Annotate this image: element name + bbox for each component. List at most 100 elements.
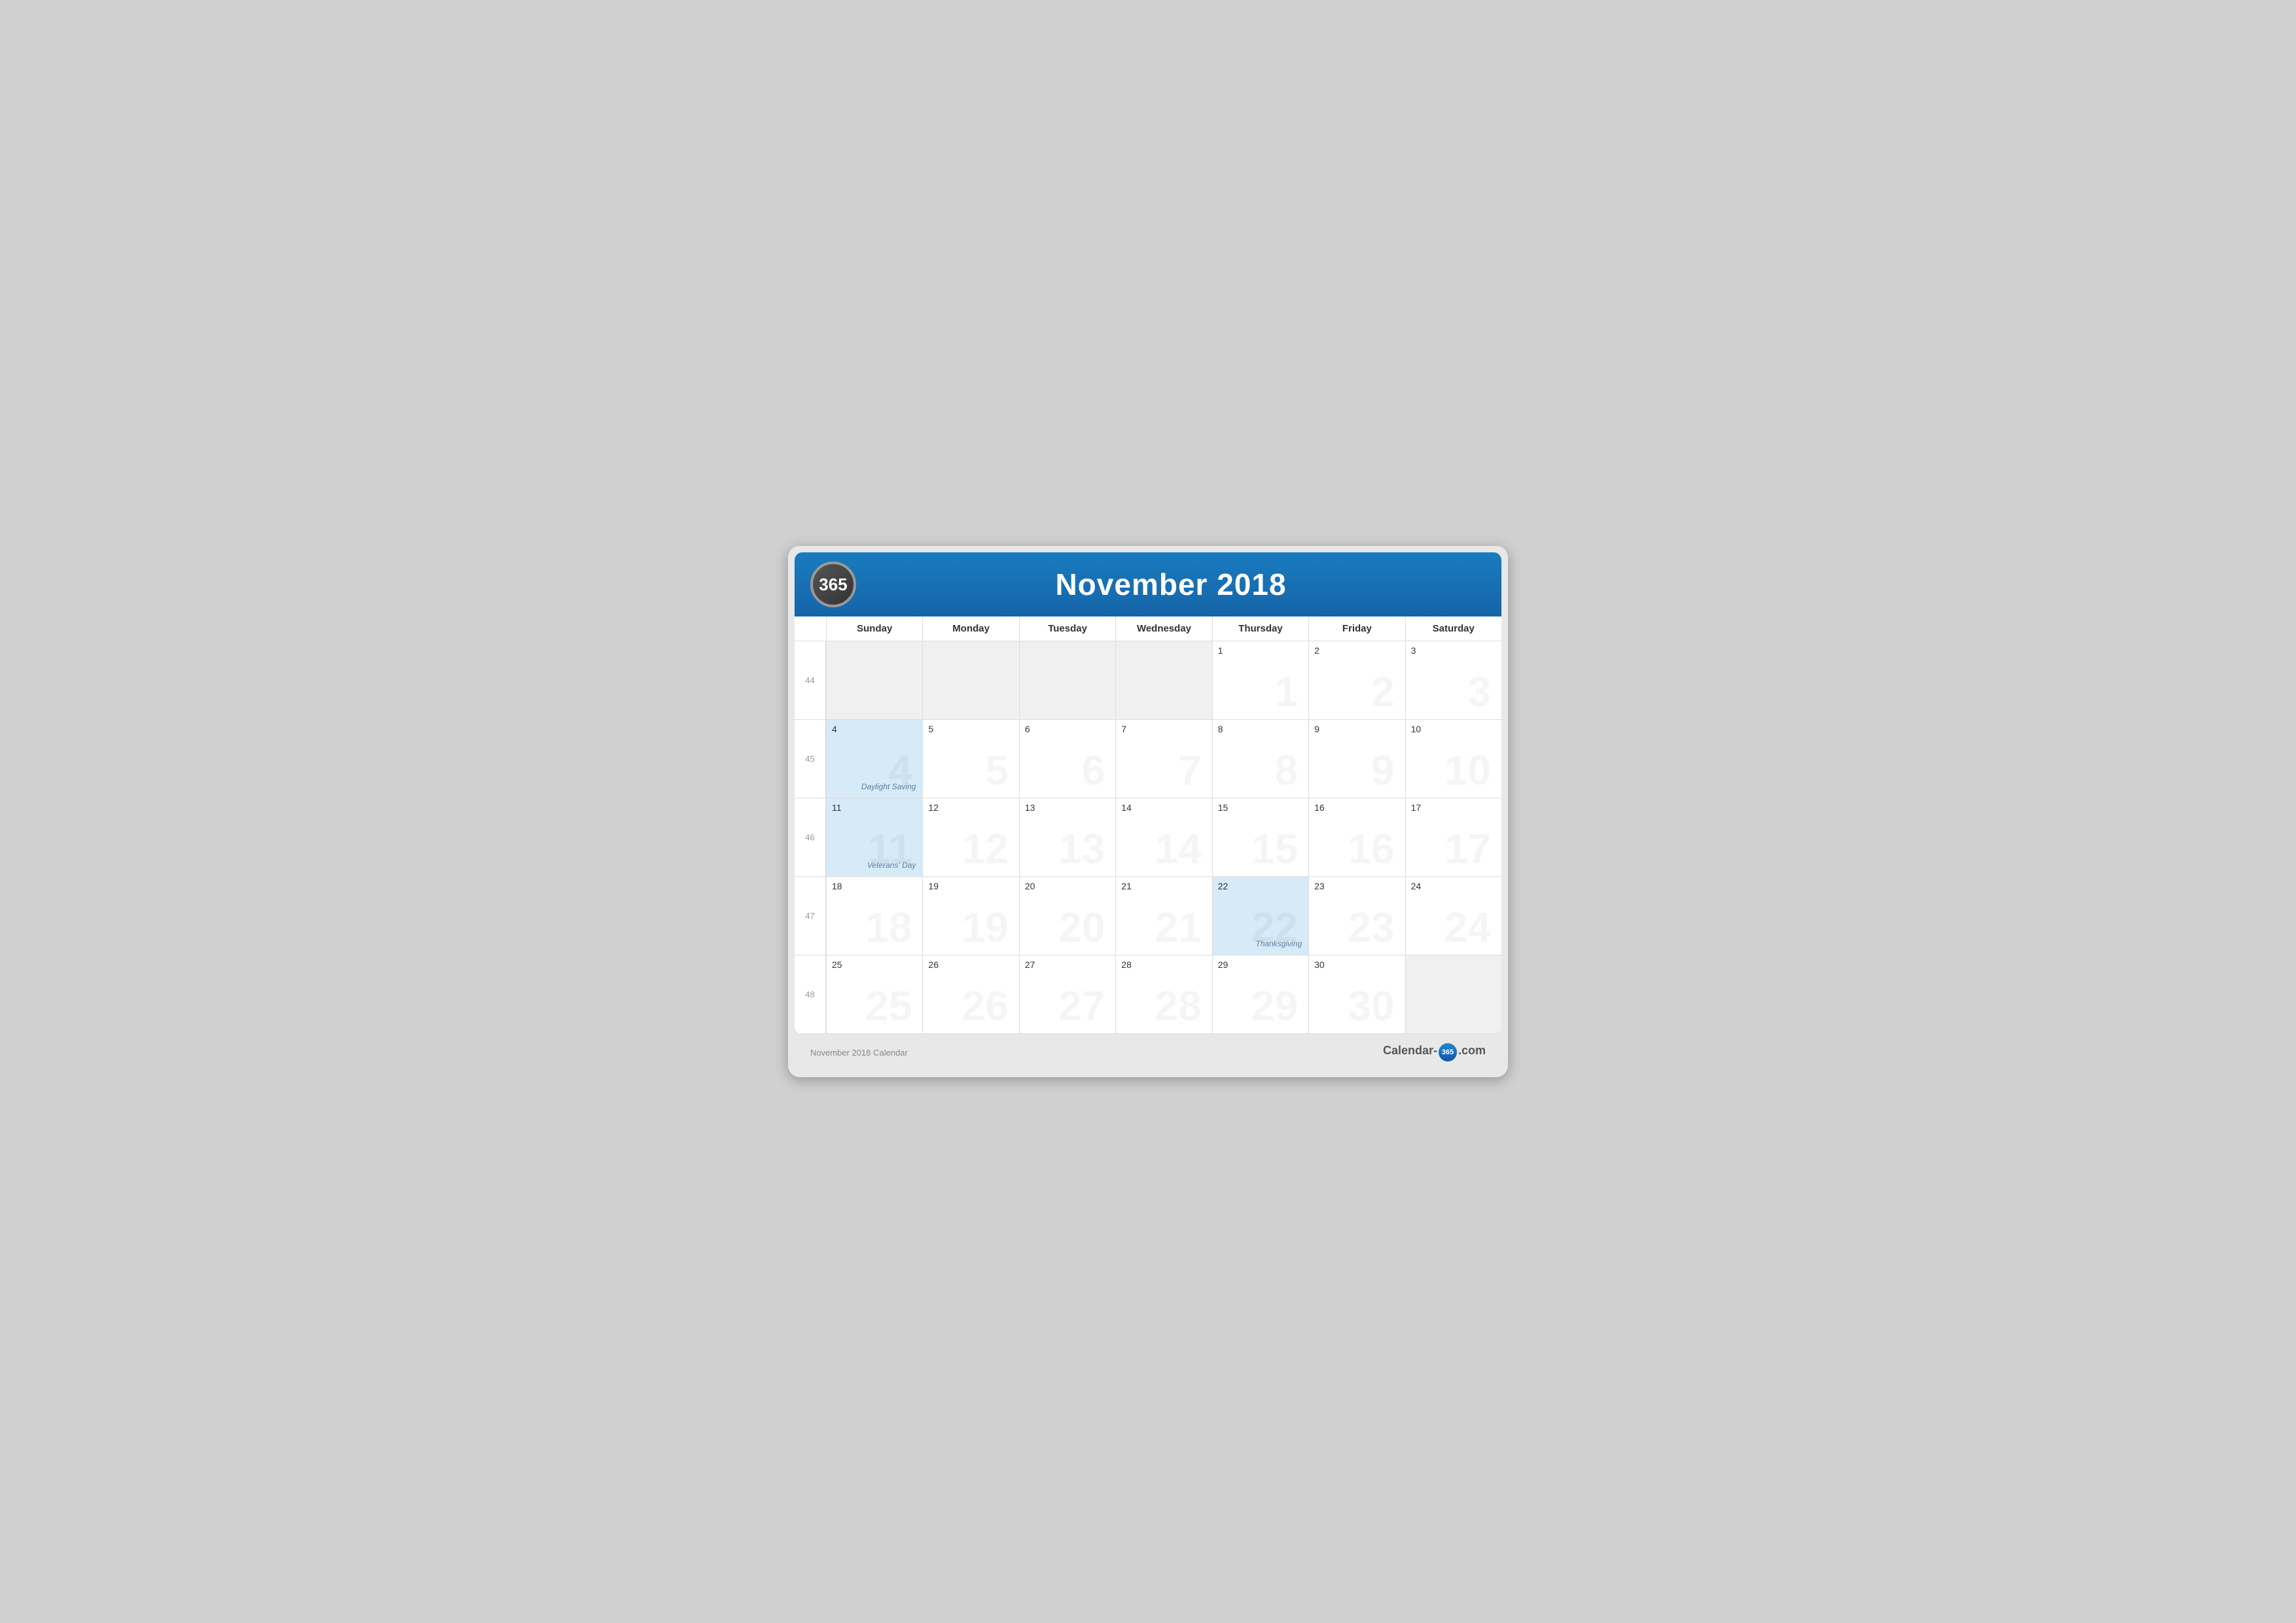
day-cell-26: 2626 [922,955,1018,1034]
watermark: 10 [1444,749,1491,791]
day-cell-1: 11 [1212,641,1308,720]
day-number: 1 [1218,645,1303,656]
day-number: 18 [832,881,917,891]
day-cell-5: 55 [922,720,1018,798]
day-cell-empty [1115,641,1211,720]
day-cell-empty [1405,955,1501,1034]
day-number: 14 [1121,802,1206,813]
watermark: 13 [1058,828,1105,870]
day-cell-23: 2323 [1308,877,1405,955]
day-number: 25 [832,959,917,970]
day-header-wednesday: Wednesday [1115,616,1211,641]
day-number: 19 [928,881,1013,891]
day-cell-19: 1919 [922,877,1018,955]
day-cell-16: 1616 [1308,798,1405,877]
day-cell-empty [1019,641,1115,720]
day-number: 12 [928,802,1013,813]
day-cell-21: 21 21 [1115,877,1211,955]
day-header-saturday: Saturday [1405,616,1501,641]
week-number-48: 48 [795,955,826,1034]
day-cell-10: 1010 [1405,720,1501,798]
watermark: 28 [1155,985,1202,1027]
week-number-45: 45 [795,720,826,798]
watermark: 30 [1348,985,1394,1027]
day-cell-20: 2020 [1019,877,1115,955]
watermark: 12 [962,828,1009,870]
calendar-grid: 441122334544Daylight Saving5566778899101… [795,641,1501,1034]
day-number: 28 [1121,959,1206,970]
day-cell-12: 12 12 [922,798,1018,877]
day-number: 24 [1411,881,1496,891]
day-header-tuesday: Tuesday [1019,616,1115,641]
day-cell-14: 1414 [1115,798,1211,877]
day-headers-row: SundayMondayTuesdayWednesdayThursdayFrid… [795,616,1501,641]
day-number: 13 [1025,802,1110,813]
day-number: 11 [832,802,917,813]
watermark: 27 [1058,985,1105,1027]
watermark: 9 [1371,749,1395,791]
calendar-inner: 365 November 2018 SundayMondayTuesdayWed… [795,552,1501,1034]
logo-badge: 365 [810,562,856,607]
day-header-sunday: Sunday [826,616,922,641]
day-cell-24: 24 24 [1405,877,1501,955]
watermark: 2 [1371,671,1395,713]
day-cell-4: 44Daylight Saving [826,720,922,798]
watermark: 6 [1082,749,1105,791]
day-number: 16 [1314,802,1399,813]
day-number: 5 [928,724,1013,734]
week-num-header-empty [795,616,826,641]
brand-text-suffix: .com [1458,1044,1486,1057]
day-number: 30 [1314,959,1399,970]
day-cell-2: 22 [1308,641,1405,720]
watermark: 20 [1058,906,1105,948]
watermark: 3 [1467,671,1491,713]
footer-caption: November 2018 Calendar [810,1048,908,1058]
day-number: 7 [1121,724,1206,734]
day-number: 23 [1314,881,1399,891]
watermark: 1 [1275,671,1299,713]
day-cell-18: 1818 [826,877,922,955]
day-cell-25: 25 25 [826,955,922,1034]
watermark: 17 [1444,828,1491,870]
day-number: 4 [832,724,917,734]
day-cell-6: 66 [1019,720,1115,798]
day-cell-28: 28 28 [1115,955,1211,1034]
day-header-thursday: Thursday [1212,616,1308,641]
day-cell-8: 88 [1212,720,1308,798]
day-number: 9 [1314,724,1399,734]
day-number: 2 [1314,645,1399,656]
day-number: 22 [1218,881,1303,891]
watermark: 25 [865,985,912,1027]
brand-badge: 365 [1439,1043,1457,1061]
event-label: Veterans' Day [867,861,916,870]
watermark: 18 [865,906,912,948]
day-cell-30: 30 30 [1308,955,1405,1034]
day-number: 21 [1121,881,1206,891]
day-number: 15 [1218,802,1303,813]
day-cell-11: 1111Veterans' Day [826,798,922,877]
watermark: 15 [1251,828,1298,870]
watermark: 7 [1178,749,1202,791]
day-number: 26 [928,959,1013,970]
brand-text-prefix: Calendar- [1383,1044,1437,1057]
calendar-footer: November 2018 Calendar Calendar-365.com [795,1034,1501,1071]
day-number: 6 [1025,724,1110,734]
footer-brand: Calendar-365.com [1383,1043,1486,1061]
week-number-47: 47 [795,877,826,955]
day-cell-13: 13 13 [1019,798,1115,877]
day-cell-22: 2222Thanksgiving [1212,877,1308,955]
watermark: 16 [1348,828,1394,870]
header-title: November 2018 [856,567,1486,602]
watermark: 21 [1155,906,1202,948]
calendar-wrapper: 365 November 2018 SundayMondayTuesdayWed… [788,546,1508,1077]
day-cell-empty [826,641,922,720]
event-label: Thanksgiving [1255,939,1302,948]
day-cell-empty [922,641,1018,720]
event-label: Daylight Saving [861,782,916,791]
watermark: 24 [1444,906,1491,948]
day-number: 20 [1025,881,1110,891]
day-number: 27 [1025,959,1110,970]
day-cell-29: 2929 [1212,955,1308,1034]
day-cell-27: 27 27 [1019,955,1115,1034]
day-cell-17: 1717 [1405,798,1501,877]
